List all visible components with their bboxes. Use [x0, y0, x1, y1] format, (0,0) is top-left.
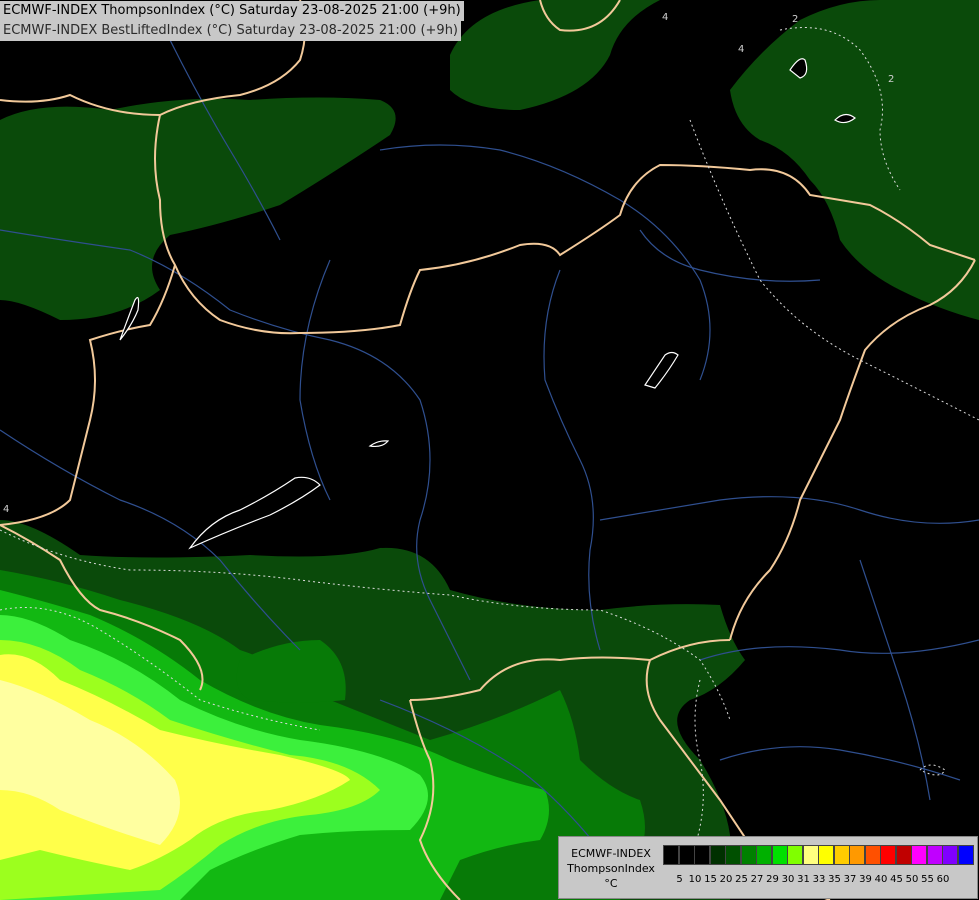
- legend-swatch: [942, 845, 958, 865]
- legend-swatch: [663, 845, 679, 865]
- legend-swatch: [957, 845, 974, 865]
- contour-label: 4: [738, 44, 744, 55]
- legend-swatch: [694, 845, 710, 865]
- legend-swatch: [880, 845, 896, 865]
- legend-swatch: [787, 845, 803, 865]
- legend-swatch: [756, 845, 772, 865]
- contour-label: 2: [888, 74, 894, 85]
- contour-label: 2: [792, 14, 798, 25]
- legend-swatch: [678, 845, 695, 865]
- legend-swatch: [802, 845, 819, 865]
- legend-swatch: [895, 845, 912, 865]
- header-line-2: ECMWF-INDEX BestLiftedIndex (°C) Saturda…: [0, 21, 461, 41]
- legend-swatch: [709, 845, 726, 865]
- legend-swatch: [911, 845, 927, 865]
- legend-swatch: [864, 845, 881, 865]
- legend-title-line-1: ECMWF-INDEX: [571, 847, 651, 860]
- legend-swatch: [849, 845, 865, 865]
- legend-title: ECMWF-INDEX ThompsonIndex °C: [563, 846, 659, 891]
- contour-label: 4: [3, 504, 9, 515]
- legend-swatch: [833, 845, 850, 865]
- legend-swatch: [926, 845, 943, 865]
- contour-label: 4: [662, 12, 668, 23]
- legend-swatch: [818, 845, 834, 865]
- header-line-1: ECMWF-INDEX ThompsonIndex (°C) Saturday …: [0, 1, 464, 21]
- legend-tick: 60: [936, 874, 950, 885]
- legend-swatch: [740, 845, 757, 865]
- weather-map: 4 2 4 2 4: [0, 0, 979, 900]
- legend-unit: °C: [604, 877, 618, 890]
- legend-swatch: [725, 845, 741, 865]
- legend-title-line-2: ThompsonIndex: [567, 862, 655, 875]
- legend-swatch: [771, 845, 788, 865]
- color-legend: ECMWF-INDEX ThompsonIndex °C 5 10 15 20 25 27…: [558, 836, 978, 899]
